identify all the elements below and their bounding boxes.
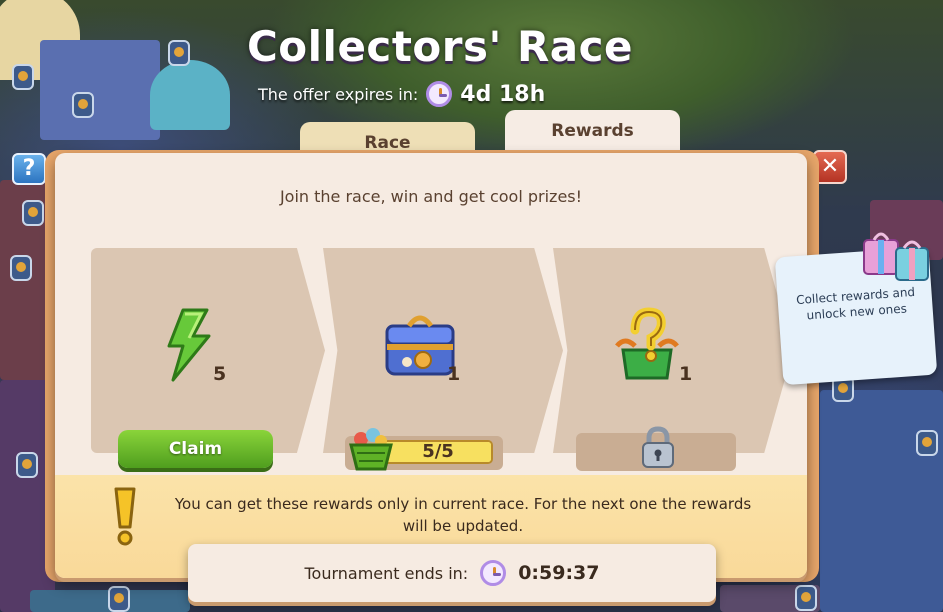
clock-icon — [480, 560, 507, 586]
help-button[interactable]: ? — [12, 153, 46, 185]
basket-icon — [349, 428, 393, 471]
lock-icon — [642, 426, 674, 468]
tournament-label: Tournament ends in: — [304, 563, 469, 583]
mystery-box-icon — [615, 307, 679, 380]
rewards-panel: Join the race, win and get cool prizes! … — [55, 153, 807, 578]
claim-button[interactable]: Claim — [118, 430, 273, 468]
panel-subtitle: Join the race, win and get cool prizes! — [279, 187, 583, 206]
reward-quantity: 1 — [679, 363, 693, 385]
progress-text: 5/5 — [422, 441, 454, 462]
clock-icon — [426, 81, 453, 107]
tooltip-text: Collect rewards and unlock new ones — [795, 284, 916, 323]
coin-marker-icon — [795, 585, 817, 611]
reward-quantity: 5 — [213, 363, 227, 385]
chest-icon — [385, 315, 455, 376]
page-title: Collectors' Race — [246, 22, 634, 71]
tournament-time: 0:59:37 — [518, 562, 600, 584]
coin-marker-icon — [108, 586, 130, 612]
offer-expiry-label: The offer expires in: — [258, 84, 419, 104]
notice-text: You can get these rewards only in curren… — [174, 495, 752, 535]
offer-expiry-value: 4d 18h — [460, 81, 546, 107]
exclamation-icon — [114, 487, 136, 546]
energy-bolt-icon — [167, 308, 211, 382]
collection-progress: 5/5 — [345, 428, 505, 473]
tournament-timer: Tournament ends in: 0:59:37 — [188, 544, 716, 602]
offer-expiry: The offer expires in: 4d 18h — [258, 79, 545, 109]
coin-marker-icon — [916, 430, 938, 456]
building — [820, 390, 943, 612]
coin-marker-icon — [10, 255, 32, 281]
gift-boxes-icon — [863, 232, 929, 281]
reward-quantity: 1 — [447, 363, 461, 385]
coin-marker-icon — [16, 452, 38, 478]
coin-marker-icon — [72, 92, 94, 118]
coin-marker-icon — [22, 200, 44, 226]
